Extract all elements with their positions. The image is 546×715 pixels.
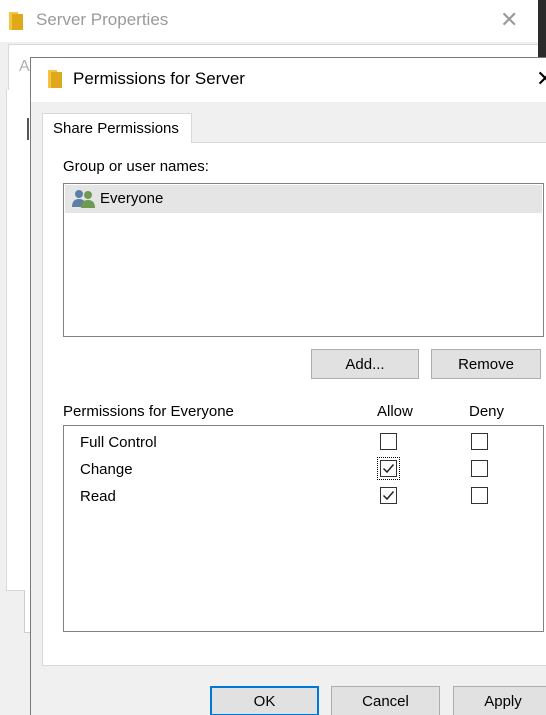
screen: Server Properties ✕ A Permissions for Se… (0, 0, 546, 715)
permissions-for-label: Permissions for Everyone (63, 403, 234, 420)
permissions-titlebar[interactable]: Permissions for Server ✕ (31, 58, 546, 102)
change-deny-checkbox[interactable] (471, 460, 488, 477)
users-group-icon (72, 189, 98, 214)
folder-icon (48, 70, 64, 93)
list-item[interactable]: Everyone (65, 185, 542, 213)
group-user-names-label: Group or user names: (63, 158, 209, 175)
close-icon[interactable]: ✕ (536, 68, 546, 90)
change-allow-checkbox[interactable] (377, 457, 400, 480)
deny-column-header: Deny (469, 403, 505, 420)
permission-name: Change (80, 461, 133, 478)
server-properties-titlebar[interactable]: Server Properties ✕ (0, 0, 546, 42)
check-icon (382, 491, 395, 501)
tab-partial-label[interactable]: A (19, 58, 30, 76)
user-name: Everyone (100, 190, 164, 207)
users-list[interactable]: Everyone (63, 183, 544, 337)
folder-icon (9, 12, 25, 35)
permission-row-read: Read (64, 483, 543, 509)
remove-button[interactable]: Remove (431, 349, 541, 379)
close-icon[interactable]: ✕ (500, 9, 518, 31)
share-permissions-panel: Group or user names: Everyone Add... Rem… (42, 142, 546, 666)
server-properties-title: Server Properties (36, 10, 169, 29)
full-control-allow-checkbox[interactable] (380, 433, 397, 450)
read-allow-checkbox[interactable] (380, 487, 397, 504)
read-deny-checkbox[interactable] (471, 487, 488, 504)
permission-row-full-control: Full Control (64, 429, 543, 455)
server-properties-panel (6, 90, 31, 591)
apply-button[interactable]: Apply (453, 686, 546, 715)
permission-row-change: Change (64, 456, 543, 482)
ok-button[interactable]: OK (210, 686, 319, 715)
permission-name: Read (80, 488, 116, 505)
check-icon (382, 464, 395, 474)
cancel-button[interactable]: Cancel (331, 686, 440, 715)
add-button[interactable]: Add... (311, 349, 419, 379)
allow-column-header: Allow (377, 403, 413, 420)
permissions-title: Permissions for Server (73, 69, 245, 88)
panel-edge-mark (27, 118, 29, 140)
tab-share-permissions[interactable]: Share Permissions (42, 113, 192, 143)
full-control-deny-checkbox[interactable] (471, 433, 488, 450)
permissions-dialog: Permissions for Server ✕ Share Permissio… (30, 57, 546, 715)
permission-name: Full Control (80, 434, 157, 451)
permissions-list: Full Control Change Read (63, 425, 544, 632)
